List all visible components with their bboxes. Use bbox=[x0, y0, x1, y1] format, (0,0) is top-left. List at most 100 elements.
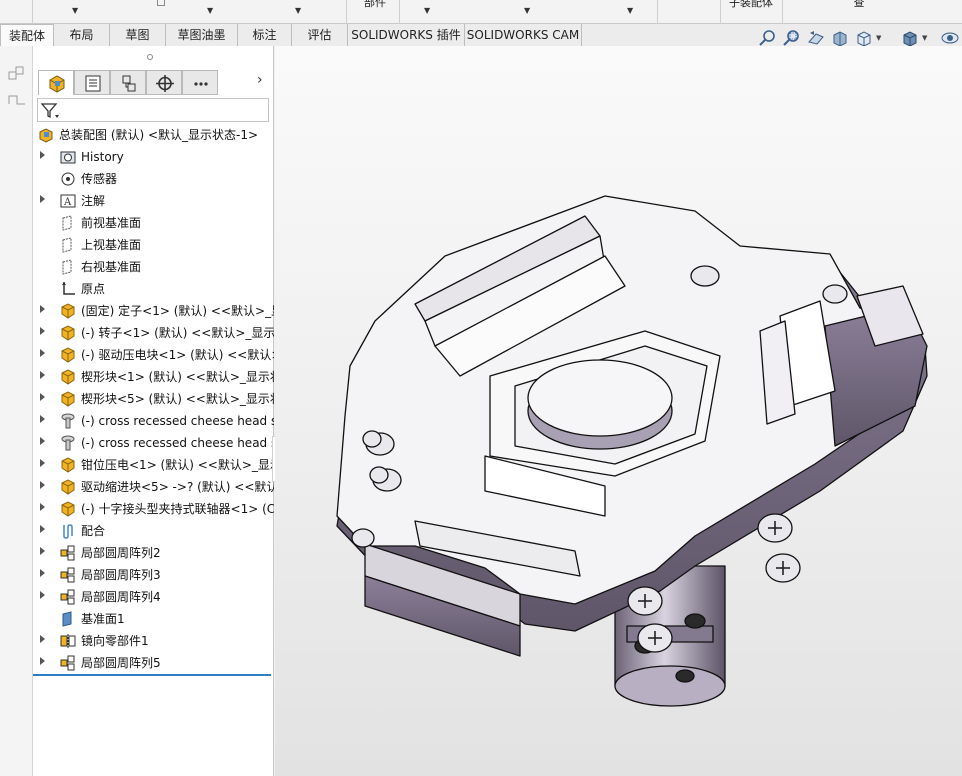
tree-item[interactable]: 原点 bbox=[33, 278, 274, 300]
ribbon-button-icon[interactable] bbox=[157, 0, 165, 6]
part-icon bbox=[61, 479, 75, 495]
ribbon-button-components[interactable]: 部件 bbox=[360, 0, 390, 8]
filter-icon[interactable] bbox=[40, 102, 62, 120]
tree-item[interactable]: 镜向零部件1 bbox=[33, 630, 274, 652]
previous-view-icon[interactable] bbox=[806, 28, 826, 48]
tree-item[interactable]: History bbox=[33, 146, 274, 168]
part-icon bbox=[61, 391, 75, 407]
history-icon bbox=[60, 151, 76, 164]
expand-arrow-icon[interactable] bbox=[40, 547, 45, 555]
dropdown-arrow-icon[interactable]: ▼ bbox=[207, 6, 213, 15]
tree-item[interactable]: 局部圆周阵列2 bbox=[33, 542, 274, 564]
tab-evaluate[interactable]: 评估 bbox=[292, 24, 348, 46]
tree-item[interactable]: 局部圆周阵列4 bbox=[33, 586, 274, 608]
expand-arrow-icon[interactable] bbox=[40, 327, 45, 335]
expand-arrow-icon[interactable] bbox=[40, 415, 45, 423]
expand-arrow-icon[interactable] bbox=[40, 195, 45, 203]
screw-icon bbox=[61, 413, 75, 429]
tree-item[interactable]: 前视基准面 bbox=[33, 212, 274, 234]
pattern-icon bbox=[60, 589, 75, 605]
tab-solidworks-cam[interactable]: SOLIDWORKS CAM bbox=[465, 24, 582, 46]
tree-item[interactable]: 右视基准面 bbox=[33, 256, 274, 278]
expand-arrow-icon[interactable] bbox=[40, 151, 45, 159]
tree-item[interactable]: 钳位压电<1> (默认) <<默认>_显示 bbox=[33, 454, 274, 476]
expand-arrow-icon[interactable] bbox=[40, 657, 45, 665]
tree-item[interactable]: 基准面1 bbox=[33, 608, 274, 630]
tree-item[interactable]: A 注解 bbox=[33, 190, 274, 212]
tree-item[interactable]: 楔形块<1> (默认) <<默认>_显示状 bbox=[33, 366, 274, 388]
hide-show-icon[interactable] bbox=[940, 28, 960, 48]
dropdown-arrow-icon[interactable]: ▼ bbox=[424, 6, 430, 15]
expand-arrow-icon[interactable] bbox=[40, 437, 45, 445]
pattern-icon bbox=[60, 655, 75, 671]
tab-sketch[interactable]: 草图 bbox=[110, 24, 166, 46]
tree-item[interactable]: (-) cross recessed cheese head s bbox=[33, 410, 274, 432]
dropdown-arrow-icon[interactable]: ▼ bbox=[72, 6, 78, 15]
move-component-icon[interactable] bbox=[7, 92, 27, 108]
tree-item-label: 钳位压电<1> (默认) <<默认>_显示 bbox=[81, 458, 274, 472]
tab-layout[interactable]: 布局 bbox=[54, 24, 110, 46]
tree-item[interactable]: (-) 十字接头型夹持式联轴器<1> (C bbox=[33, 498, 274, 520]
tree-item[interactable]: 上视基准面 bbox=[33, 234, 274, 256]
zoom-to-fit-icon[interactable] bbox=[758, 28, 778, 48]
dropdown-arrow-icon[interactable]: ▼ bbox=[627, 6, 633, 15]
tree-filter[interactable] bbox=[37, 98, 269, 122]
expand-arrow-icon[interactable] bbox=[40, 525, 45, 533]
more-icon[interactable] bbox=[182, 70, 218, 95]
part-icon bbox=[61, 303, 75, 319]
tree-item[interactable]: 驱动缩进块<5> ->? (默认) <<默认 bbox=[33, 476, 274, 498]
expand-arrow-icon[interactable] bbox=[40, 569, 45, 577]
expand-arrow-icon[interactable] bbox=[40, 371, 45, 379]
panel-grip-icon[interactable] bbox=[147, 54, 153, 60]
tree-item[interactable]: (-) 驱动压电块<1> (默认) <<默认> bbox=[33, 344, 274, 366]
featuremanager-tree-icon[interactable] bbox=[38, 70, 74, 95]
tree-root[interactable]: 总装配图 (默认) <默认_显示状态-1> bbox=[33, 124, 274, 146]
configuration-manager-icon[interactable] bbox=[110, 70, 146, 95]
expand-arrow-icon[interactable] bbox=[40, 481, 45, 489]
expand-arrow-icon[interactable] bbox=[40, 591, 45, 599]
chevron-down-icon[interactable]: ▼ bbox=[922, 34, 927, 42]
tree-item[interactable]: (-) 转子<1> (默认) <<默认>_显示 bbox=[33, 322, 274, 344]
ribbon-button-check[interactable]: 查 bbox=[844, 0, 874, 8]
assembly-model-render[interactable] bbox=[275, 46, 962, 776]
pattern-icon bbox=[60, 545, 75, 561]
dropdown-arrow-icon[interactable]: ▼ bbox=[295, 6, 301, 15]
ribbon-button-subassembly[interactable]: 子装配体 bbox=[728, 0, 774, 8]
mirror-icon bbox=[60, 634, 76, 648]
tree-item[interactable]: 传感器 bbox=[33, 168, 274, 190]
property-manager-icon[interactable] bbox=[74, 70, 110, 95]
chevron-down-icon[interactable]: ▼ bbox=[876, 34, 881, 42]
tree-item[interactable]: (-) cross recessed cheese head s bbox=[33, 432, 274, 454]
tree-item[interactable]: 局部圆周阵列3 bbox=[33, 564, 274, 586]
ribbon-separator bbox=[399, 0, 400, 24]
dropdown-arrow-icon[interactable]: ▼ bbox=[524, 6, 530, 15]
tree-item[interactable]: 配合 bbox=[33, 520, 274, 542]
expand-arrow-icon[interactable] bbox=[40, 305, 45, 313]
tree-item[interactable]: 局部圆周阵列5 bbox=[33, 652, 274, 674]
ribbon-separator bbox=[32, 0, 33, 24]
chevron-right-icon[interactable]: › bbox=[257, 72, 263, 88]
part-icon bbox=[61, 347, 75, 363]
expand-arrow-icon[interactable] bbox=[40, 503, 45, 511]
expand-arrow-icon[interactable] bbox=[40, 459, 45, 467]
expand-arrow-icon[interactable] bbox=[40, 393, 45, 401]
graphics-area[interactable] bbox=[275, 46, 962, 776]
tab-assembly[interactable]: 装配体 bbox=[0, 24, 54, 47]
ribbon-separator bbox=[346, 0, 347, 24]
tab-markup[interactable]: 标注 bbox=[238, 24, 292, 46]
view-orientation-icon[interactable] bbox=[854, 28, 874, 48]
expand-arrow-icon[interactable] bbox=[40, 635, 45, 643]
tree-item[interactable]: 楔形块<5> (默认) <<默认>_显示状 bbox=[33, 388, 274, 410]
zoom-to-area-icon[interactable] bbox=[782, 28, 802, 48]
display-style-icon[interactable] bbox=[900, 28, 920, 48]
expand-arrow-icon[interactable] bbox=[40, 349, 45, 357]
rollback-bar[interactable] bbox=[33, 674, 271, 676]
ribbon-separator bbox=[657, 0, 658, 24]
tree-item[interactable]: (固定) 定子<1> (默认) <<默认>_显 bbox=[33, 300, 274, 322]
section-view-icon[interactable] bbox=[830, 28, 850, 48]
feature-manager-tabs: › bbox=[33, 70, 274, 96]
dimxpert-icon[interactable] bbox=[146, 70, 182, 95]
tab-solidworks-addins[interactable]: SOLIDWORKS 插件 bbox=[348, 24, 465, 46]
smart-components-icon[interactable] bbox=[7, 64, 27, 84]
tab-sketch-ink[interactable]: 草图油墨 bbox=[166, 24, 238, 46]
